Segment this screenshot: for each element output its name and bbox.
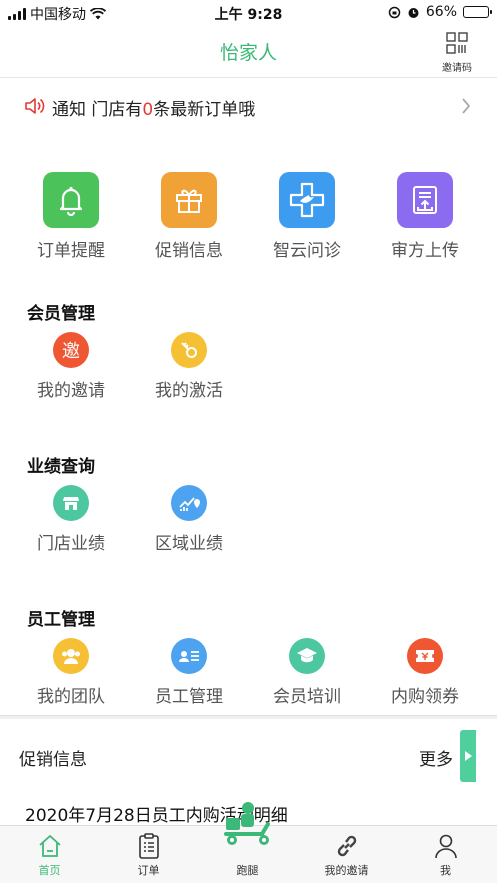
region-chart-icon	[171, 485, 207, 521]
clipboard-icon	[99, 826, 198, 862]
person-icon	[396, 826, 495, 862]
my-team-button[interactable]: 我的团队	[16, 638, 126, 707]
status-right: 66%	[388, 4, 492, 20]
consult-icon	[279, 172, 335, 228]
tab-home-label: 首页	[38, 864, 61, 877]
rotation-lock-icon	[388, 6, 401, 18]
order-reminder-button[interactable]: 订单提醒	[16, 172, 126, 261]
internal-coupon-button[interactable]: 内购领券	[370, 638, 480, 707]
invite-code-label: 邀请码	[442, 63, 472, 74]
promotion-info-label: 促销信息	[155, 241, 223, 261]
section-divider	[0, 715, 497, 719]
status-bar: 中国移动 上午 9:28 66%	[0, 0, 497, 26]
tab-home[interactable]: 首页	[0, 826, 99, 883]
key-icon	[171, 332, 207, 368]
coupon-icon	[407, 638, 443, 674]
my-activation-button[interactable]: 我的激活	[134, 332, 244, 401]
tab-errand-label: 跑腿	[236, 864, 259, 877]
my-invite-label: 我的邀请	[37, 381, 105, 401]
notice-count: 0	[142, 100, 154, 120]
alarm-icon	[408, 7, 419, 18]
team-icon	[53, 638, 89, 674]
app-title: 怡家人	[219, 42, 277, 64]
order-reminder-label: 订单提醒	[37, 241, 105, 261]
member-training-label: 会员培训	[273, 687, 341, 707]
promotion-info-button[interactable]: 促销信息	[134, 172, 244, 261]
tab-me[interactable]: 我	[396, 826, 495, 883]
tab-me-label: 我	[440, 864, 451, 877]
order-notice[interactable]: 通知 门店有0条最新订单哦	[0, 86, 497, 128]
member-section-title: 会员管理	[27, 304, 95, 324]
prescription-upload-label: 审方上传	[391, 241, 459, 261]
member-training-button[interactable]: 会员培训	[252, 638, 362, 707]
performance-section-title: 业绩查询	[27, 457, 95, 477]
my-invite-button[interactable]: 邀 我的邀请	[16, 332, 126, 401]
tab-my-invite[interactable]: 我的邀请	[297, 826, 396, 883]
link-icon	[297, 826, 396, 862]
region-performance-label: 区域业绩	[155, 534, 223, 554]
chevron-right-icon	[462, 98, 471, 114]
cloud-consult-button[interactable]: 智云问诊	[252, 172, 362, 261]
upload-icon	[397, 172, 453, 228]
my-team-label: 我的团队	[37, 687, 105, 707]
promo-section-title: 促销信息	[19, 750, 87, 770]
play-arrow-icon	[464, 751, 472, 761]
gift-icon	[161, 172, 217, 228]
bell-icon	[43, 172, 99, 228]
tab-orders-label: 订单	[137, 864, 160, 877]
notice-text: 通知 门店有0条最新订单哦	[52, 95, 255, 120]
invite-icon: 邀	[53, 332, 89, 368]
my-activation-label: 我的激活	[155, 381, 223, 401]
battery-icon	[463, 6, 492, 18]
staff-card-icon	[171, 638, 207, 674]
invite-code-button[interactable]: 邀请码	[439, 32, 475, 74]
tab-my-invite-label: 我的邀请	[324, 864, 369, 877]
more-arrow-tab[interactable]	[460, 730, 476, 782]
qr-grid-icon	[446, 32, 468, 54]
battery-percent: 66%	[425, 4, 457, 20]
store-performance-button[interactable]: 门店业绩	[16, 485, 126, 554]
region-performance-button[interactable]: 区域业绩	[134, 485, 244, 554]
staff-management-label: 员工管理	[155, 687, 223, 707]
speaker-icon	[25, 98, 45, 114]
feature-grid: 订单提醒 促销信息 智云问诊 审方上传	[0, 172, 497, 267]
notice-suffix: 条最新订单哦	[153, 100, 256, 120]
more-link[interactable]: 更多	[419, 745, 453, 770]
home-icon	[0, 826, 99, 862]
app-header: 怡家人 邀请码	[0, 26, 497, 78]
tab-orders[interactable]: 订单	[99, 826, 198, 883]
cloud-consult-label: 智云问诊	[273, 241, 341, 261]
prescription-upload-button[interactable]: 审方上传	[370, 172, 480, 261]
store-icon	[53, 485, 89, 521]
staff-management-button[interactable]: 员工管理	[134, 638, 244, 707]
store-performance-label: 门店业绩	[37, 534, 105, 554]
scooter-icon[interactable]	[222, 800, 274, 848]
staff-section-title: 员工管理	[27, 610, 95, 630]
internal-coupon-label: 内购领券	[391, 687, 459, 707]
graduation-icon	[289, 638, 325, 674]
notice-prefix: 通知 门店有	[52, 100, 143, 120]
